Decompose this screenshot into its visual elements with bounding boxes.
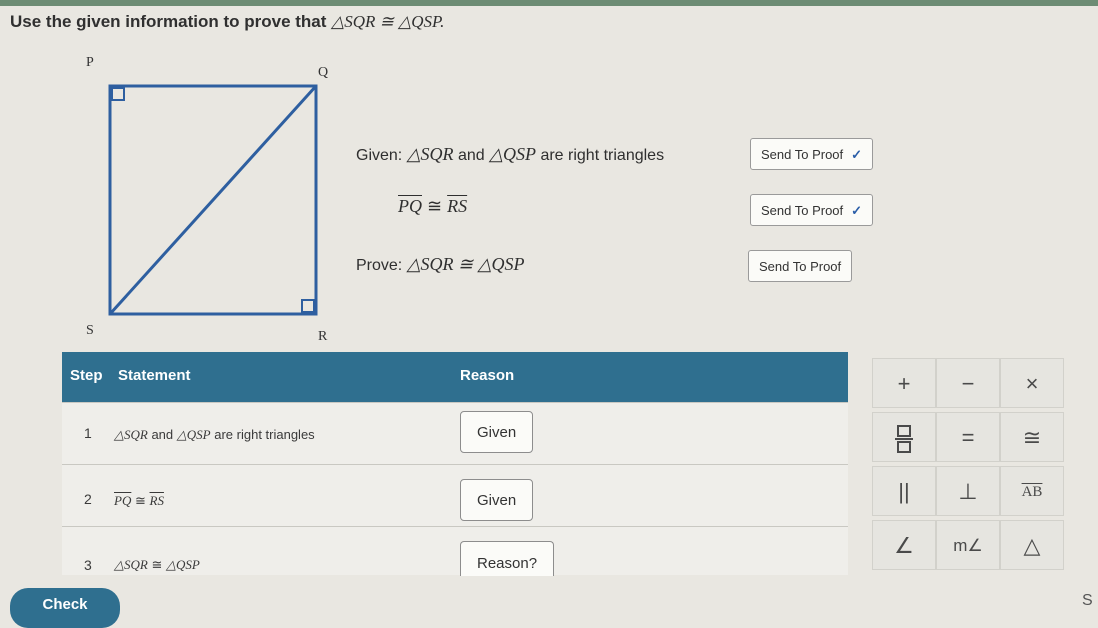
right-angle-marker-p bbox=[111, 87, 125, 101]
reason-box[interactable]: Given bbox=[460, 479, 534, 521]
given-label: Given: bbox=[356, 147, 403, 164]
header-statement: Statement bbox=[118, 367, 191, 384]
check-icon: ✓ bbox=[851, 147, 863, 162]
corner-partial-text: S bbox=[1082, 592, 1093, 609]
label-p: P bbox=[86, 55, 94, 70]
table-row: 1 △SQR and △QSP are right triangles Give… bbox=[62, 402, 848, 465]
angle-measure-key[interactable]: m∠ bbox=[936, 520, 1000, 570]
triangle-glyph: △ bbox=[1023, 533, 1041, 558]
proof-table: Step Statement Reason 1 △SQR and △QSP ar… bbox=[62, 352, 848, 576]
given-and: and bbox=[458, 147, 485, 164]
parallel-glyph: || bbox=[898, 479, 910, 504]
parallel-key[interactable]: || bbox=[872, 466, 936, 516]
diagonal-sq bbox=[108, 84, 318, 316]
congruent-symbol: ≅ bbox=[427, 196, 443, 216]
stmt-part-a: △SQR bbox=[114, 427, 148, 442]
stmt-part-b: △QSP bbox=[165, 557, 200, 572]
angle-measure-glyph: m∠ bbox=[953, 536, 983, 555]
send-to-proof-button-1[interactable]: Send To Proof ✓ bbox=[750, 138, 874, 170]
row-step: 3 bbox=[84, 557, 92, 573]
congruent-key[interactable]: ≅ bbox=[1000, 412, 1064, 462]
reason-box[interactable]: Given bbox=[460, 411, 534, 453]
check-icon: ✓ bbox=[851, 203, 863, 218]
send-label-1: Send To Proof bbox=[761, 147, 844, 162]
prove-statement: △SQR ≅ △QSP bbox=[406, 254, 525, 274]
minus-glyph: − bbox=[961, 371, 975, 396]
segment-pq: PQ bbox=[398, 196, 422, 216]
angle-glyph: ∠ bbox=[894, 533, 914, 558]
right-angle-marker-r bbox=[301, 299, 315, 313]
stmt-part-b: RS bbox=[149, 493, 164, 508]
fraction-key[interactable] bbox=[872, 412, 936, 462]
symbol-keypad: + − × = ≅ || ⊥ AB ∠ m∠ △ bbox=[848, 356, 1064, 576]
send-to-proof-button-2[interactable]: Send To Proof ✓ bbox=[750, 194, 874, 226]
stmt-mid: ≅ bbox=[151, 557, 163, 572]
header-reason: Reason bbox=[460, 367, 515, 384]
given-suffix: are right triangles bbox=[540, 147, 665, 164]
segment-key[interactable]: AB bbox=[1000, 466, 1064, 516]
send-label-3: Send To Proof bbox=[759, 259, 842, 274]
given-triangle-a: △SQR bbox=[406, 144, 454, 164]
reason-text: Given bbox=[477, 492, 517, 509]
check-button[interactable]: Check bbox=[10, 588, 120, 628]
segment-glyph: AB bbox=[1021, 484, 1043, 500]
fraction-icon bbox=[895, 425, 913, 454]
row-step: 2 bbox=[84, 491, 92, 507]
equals-key[interactable]: = bbox=[936, 412, 1000, 462]
times-key[interactable]: × bbox=[1000, 358, 1064, 408]
congruent-glyph: ≅ bbox=[1022, 425, 1042, 450]
send-label-2: Send To Proof bbox=[761, 203, 844, 218]
given-triangle-b: △QSP bbox=[489, 144, 536, 164]
equals-glyph: = bbox=[961, 425, 975, 450]
times-glyph: × bbox=[1025, 371, 1039, 396]
label-r: R bbox=[318, 329, 328, 344]
instruction-prefix: Use the given information to prove that bbox=[10, 12, 327, 31]
row-step: 1 bbox=[84, 425, 92, 441]
stmt-part-b: △QSP bbox=[176, 427, 211, 442]
prove-label: Prove: bbox=[356, 257, 403, 274]
table-row: 3 △SQR ≅ △QSP Reason? bbox=[62, 526, 848, 576]
rectangle-diagram: P Q S R bbox=[86, 55, 328, 344]
plus-glyph: + bbox=[897, 371, 911, 396]
top-bar bbox=[0, 0, 1098, 6]
send-to-proof-button-3[interactable]: Send To Proof bbox=[748, 250, 853, 282]
stmt-part-a: PQ bbox=[114, 493, 132, 508]
reason-text: Given bbox=[477, 424, 517, 441]
minus-key[interactable]: − bbox=[936, 358, 1000, 408]
row-statement: △SQR and △QSP are right triangles bbox=[114, 427, 315, 443]
stmt-suffix: are right triangles bbox=[214, 427, 315, 442]
angle-key[interactable]: ∠ bbox=[872, 520, 936, 570]
row-statement: PQ ≅ RS bbox=[114, 493, 164, 509]
label-s: S bbox=[86, 323, 94, 338]
perpendicular-key[interactable]: ⊥ bbox=[936, 466, 1000, 516]
header-step: Step bbox=[70, 367, 103, 384]
given-line-2: PQ ≅ RS bbox=[398, 196, 467, 217]
instruction-math: △SQR ≅ △QSP. bbox=[331, 12, 445, 31]
check-label: Check bbox=[42, 596, 88, 613]
given-line-1: Given: △SQR and △QSP are right triangles bbox=[356, 144, 664, 165]
proof-table-header: Step Statement Reason bbox=[62, 352, 848, 402]
stmt-part-a: △SQR bbox=[114, 557, 148, 572]
reason-input[interactable]: Reason? bbox=[460, 541, 555, 576]
stmt-mid: and bbox=[151, 427, 174, 442]
perpendicular-glyph: ⊥ bbox=[958, 479, 978, 504]
instruction-text: Use the given information to prove that … bbox=[10, 12, 444, 32]
stmt-mid: ≅ bbox=[134, 493, 146, 508]
reason-placeholder: Reason? bbox=[477, 555, 538, 572]
row-statement: △SQR ≅ △QSP bbox=[114, 557, 200, 573]
table-row: 2 PQ ≅ RS Given bbox=[62, 464, 848, 527]
plus-key[interactable]: + bbox=[872, 358, 936, 408]
triangle-key[interactable]: △ bbox=[1000, 520, 1064, 570]
segment-rs: RS bbox=[447, 196, 468, 216]
prove-line: Prove: △SQR ≅ △QSP bbox=[356, 254, 524, 275]
label-q: Q bbox=[318, 65, 328, 80]
